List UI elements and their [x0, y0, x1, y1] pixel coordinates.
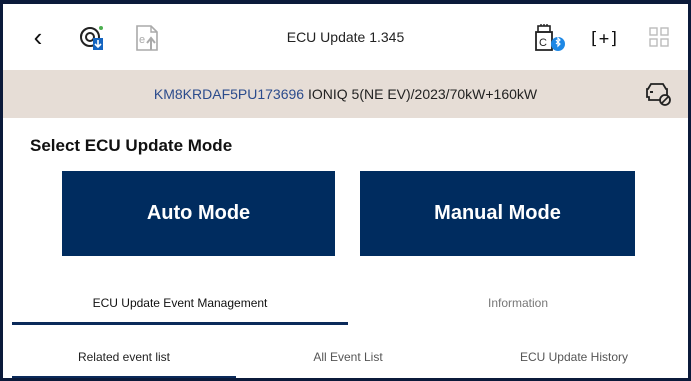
tab-related-event-list[interactable]: Related event list	[12, 342, 236, 372]
svg-text:C: C	[539, 37, 547, 49]
primary-tab-bar: ECU Update Event Management Information	[12, 282, 688, 326]
tab-all-event-list[interactable]: All Event List	[236, 342, 460, 372]
vehicle-info: KM8KRDAF5PU173696 IONIQ 5(NE EV)/2023/70…	[3, 70, 688, 118]
tab-ecu-update-history[interactable]: ECU Update History	[460, 342, 688, 372]
active-subtab-indicator	[12, 376, 236, 378]
tab-ecu-update-event-management[interactable]: ECU Update Event Management	[12, 282, 348, 324]
bluetooth-vci-icon[interactable]: C	[533, 24, 567, 54]
app-frame: ECU Update 1.345 ‹ e C [+] KM8KRDAF5PU17…	[0, 0, 691, 381]
vin-number: KM8KRDAF5PU173696	[153, 86, 305, 102]
vehicle-status-icon[interactable]	[643, 81, 673, 107]
screen-capture-icon[interactable]: [+]	[588, 27, 620, 51]
back-icon[interactable]: ‹	[27, 24, 49, 50]
tab-information[interactable]: Information	[348, 282, 688, 324]
ecu-sync-icon[interactable]	[77, 24, 107, 52]
section-title: Select ECU Update Mode	[30, 136, 233, 155]
vehicle-info-bar: KM8KRDAF5PU173696 IONIQ 5(NE EV)/2023/70…	[3, 70, 688, 118]
secondary-tab-bar: Related event list All Event List ECU Up…	[3, 336, 688, 378]
vehicle-model: IONIQ 5(NE EV)/2023/70kW+160kW	[307, 86, 538, 102]
auto-mode-button[interactable]: Auto Mode	[62, 171, 335, 256]
manual-mode-button[interactable]: Manual Mode	[360, 171, 635, 256]
grid-menu-icon[interactable]	[648, 26, 670, 48]
svg-text:e: e	[139, 34, 145, 46]
top-app-bar: ECU Update 1.345 ‹ e C [+]	[3, 4, 688, 70]
active-tab-indicator	[12, 322, 348, 325]
epub-upload-icon[interactable]: e	[131, 23, 165, 53]
